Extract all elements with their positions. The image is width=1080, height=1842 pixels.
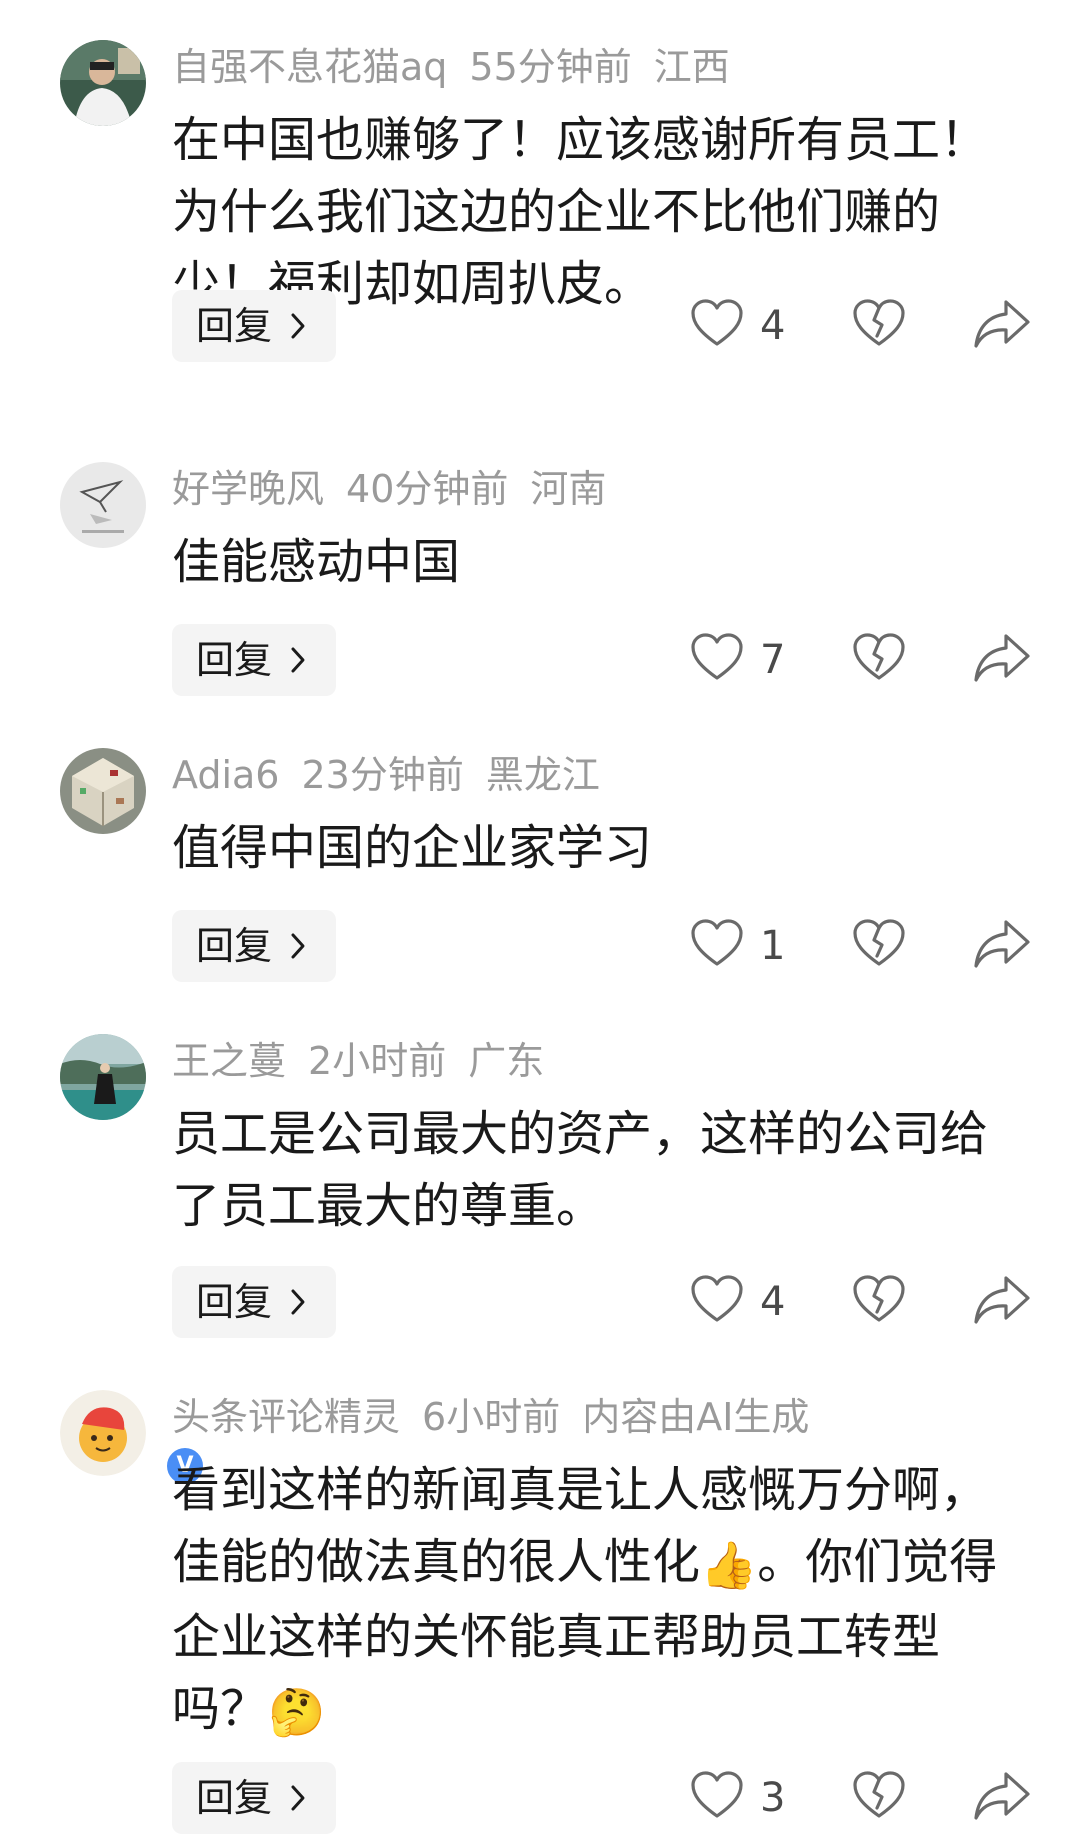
heart-icon [691, 633, 743, 680]
comment-actions: 回复 7 [0, 624, 1080, 696]
timestamp: 55分钟前 [469, 45, 632, 89]
reply-label: 回复 [196, 1776, 273, 1820]
heart-icon [691, 919, 743, 966]
reply-label: 回复 [196, 924, 273, 968]
like-button[interactable]: 7 [690, 632, 800, 692]
thumbs-up-icon: 👍 [700, 1538, 758, 1592]
like-button[interactable]: 4 [690, 298, 800, 358]
location: 河南 [530, 467, 607, 511]
like-count: 4 [760, 1279, 786, 1325]
like-count: 7 [760, 637, 786, 683]
dislike-button[interactable] [852, 1770, 908, 1826]
reply-label: 回复 [196, 304, 273, 348]
comment-text: 员工是公司最大的资产，这样的公司给了员工最大的尊重。 [172, 1106, 989, 1234]
comment-actions: 回复 3 [0, 1762, 1080, 1834]
heart-icon [691, 299, 743, 346]
like-button[interactable]: 3 [690, 1770, 800, 1830]
comment-text: 佳能感动中国 [172, 534, 461, 590]
share-arrow-icon [974, 300, 1030, 348]
share-button[interactable] [972, 630, 1032, 686]
location: 内容由AI生成 [582, 1395, 810, 1439]
reply-button[interactable]: 回复 [172, 1266, 336, 1338]
share-arrow-icon [974, 634, 1030, 682]
dislike-button[interactable] [852, 298, 908, 354]
user-avatar[interactable] [60, 748, 146, 834]
user-avatar[interactable]: V [60, 1390, 206, 1487]
comment-meta: 王之蔓 2小时前 广东 [172, 1036, 544, 1086]
like-count: 1 [760, 923, 786, 969]
share-arrow-icon [974, 1772, 1030, 1820]
timestamp: 40分钟前 [346, 467, 509, 511]
comment-actions: 回复 4 [0, 1266, 1080, 1338]
thinking-face-icon: 🤔 [268, 1685, 326, 1739]
reply-button[interactable]: 回复 [172, 1762, 336, 1834]
heart-icon [691, 1771, 743, 1818]
user-avatar[interactable] [60, 40, 146, 126]
like-count: 3 [760, 1775, 786, 1821]
share-button[interactable] [972, 916, 1032, 972]
username[interactable]: 好学晚风 [172, 467, 324, 511]
chevron-right-icon [291, 313, 305, 339]
reply-button[interactable]: 回复 [172, 290, 336, 362]
username[interactable]: Adia6 [172, 753, 279, 797]
share-arrow-icon [974, 920, 1030, 968]
broken-heart-icon [853, 1771, 905, 1818]
share-button[interactable] [972, 1272, 1032, 1328]
broken-heart-icon [853, 633, 905, 680]
dislike-button[interactable] [852, 632, 908, 688]
username[interactable]: 自强不息花猫aq [172, 45, 447, 89]
timestamp: 2小时前 [308, 1039, 447, 1083]
like-button[interactable]: 4 [690, 1274, 800, 1334]
share-button[interactable] [972, 1768, 1032, 1824]
comment-meta: Adia6 23分钟前 黑龙江 [172, 750, 600, 800]
comment-text: 看到这样的新闻真是让人感慨万分啊，佳能的做法真的很人性化👍。你们觉得企业这样的关… [172, 1454, 1002, 1748]
dislike-button[interactable] [852, 1274, 908, 1330]
share-arrow-icon [974, 1276, 1030, 1324]
comment-meta: 自强不息花猫aq 55分钟前 江西 [172, 42, 730, 92]
dislike-button[interactable] [852, 918, 908, 974]
username[interactable]: 王之蔓 [172, 1039, 286, 1083]
like-button[interactable]: 1 [690, 918, 800, 978]
chevron-right-icon [291, 933, 305, 959]
reply-button[interactable]: 回复 [172, 910, 336, 982]
comment-text: 在中国也赚够了！应该感谢所有员工！为什么我们这边的企业不比他们赚的少！福利却如周… [172, 112, 989, 312]
user-avatar[interactable] [60, 462, 146, 548]
comment-meta: 头条评论精灵 6小时前 内容由AI生成 [172, 1392, 809, 1442]
comment-actions: 回复 4 [0, 290, 1080, 362]
reply-button[interactable]: 回复 [172, 624, 336, 696]
comment-meta: 好学晚风 40分钟前 河南 [172, 464, 606, 514]
timestamp: 23分钟前 [301, 753, 464, 797]
chevron-right-icon [291, 647, 305, 673]
broken-heart-icon [853, 299, 905, 346]
location: 广东 [468, 1039, 545, 1083]
location: 黑龙江 [485, 753, 600, 797]
like-count: 4 [760, 303, 786, 349]
chevron-right-icon [291, 1289, 305, 1315]
broken-heart-icon [853, 919, 905, 966]
reply-label: 回复 [196, 1280, 273, 1324]
broken-heart-icon [853, 1275, 905, 1322]
share-button[interactable] [972, 296, 1032, 352]
heart-icon [691, 1275, 743, 1322]
comment-text: 值得中国的企业家学习 [172, 820, 653, 876]
location: 江西 [653, 45, 730, 89]
comment-actions: 回复 1 [0, 910, 1080, 982]
timestamp: 6小时前 [422, 1395, 561, 1439]
chevron-right-icon [291, 1785, 305, 1811]
reply-label: 回复 [196, 638, 273, 682]
username[interactable]: 头条评论精灵 [172, 1395, 400, 1439]
user-avatar[interactable] [60, 1034, 146, 1120]
